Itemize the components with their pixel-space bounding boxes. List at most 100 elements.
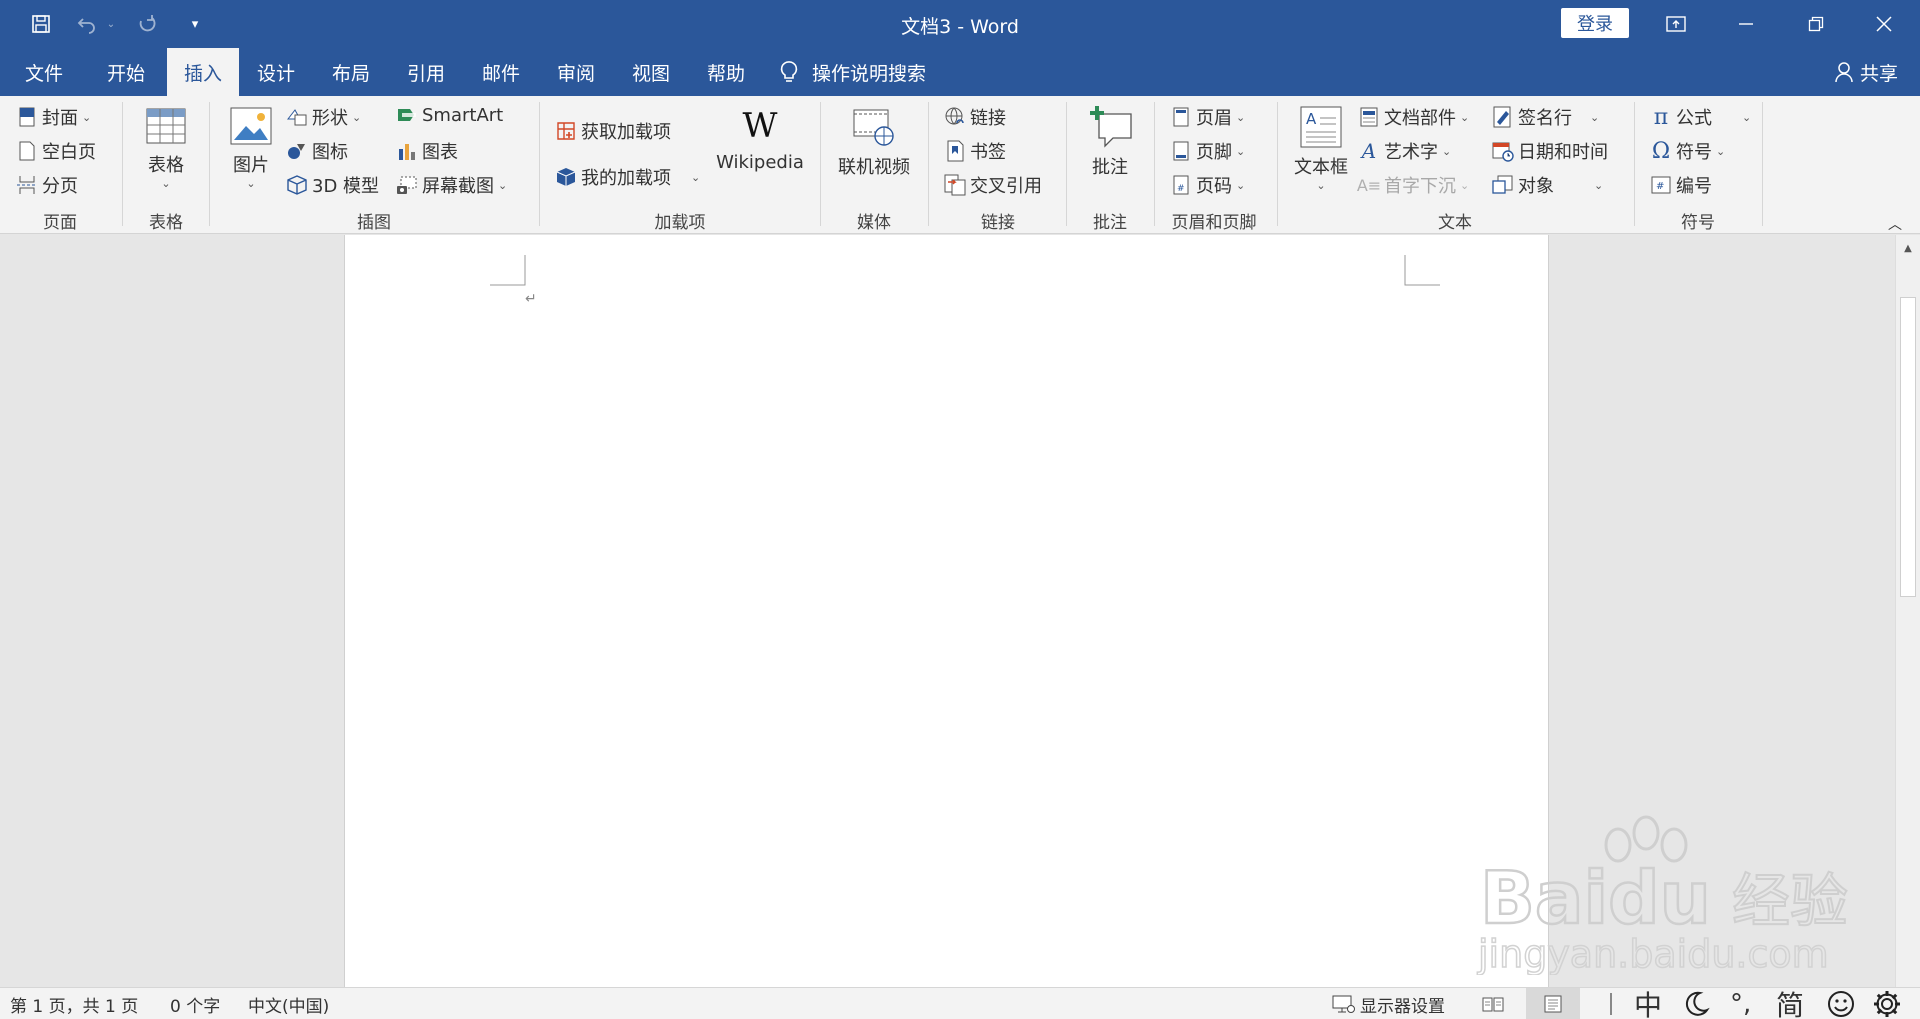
group-divider	[928, 102, 929, 226]
get-addins-button[interactable]: 获取加载项	[555, 118, 671, 144]
scroll-thumb[interactable]	[1900, 297, 1916, 597]
wikipedia-icon: W	[742, 106, 778, 146]
tab-references[interactable]: 引用	[394, 48, 458, 96]
online-video-icon	[852, 106, 896, 153]
page-break-label: 分页	[42, 176, 78, 197]
link-button[interactable]: 链接	[944, 104, 1006, 130]
undo-icon[interactable]	[72, 10, 102, 38]
tab-mailings[interactable]: 邮件	[469, 48, 533, 96]
number-button[interactable]: # 编号	[1650, 172, 1712, 198]
page-number-button[interactable]: # 页码 ⌄	[1170, 172, 1245, 198]
tell-me-search[interactable]: 操作说明搜索	[780, 48, 940, 96]
login-button[interactable]: 登录	[1561, 8, 1629, 38]
my-addins-button[interactable]: 我的加载项 ⌄	[555, 164, 700, 190]
3d-models-button[interactable]: 3D 模型	[286, 172, 379, 198]
vertical-scrollbar[interactable]: ▲	[1895, 235, 1920, 987]
group-label-pages: 页面	[43, 213, 77, 233]
group-divider	[1154, 102, 1155, 226]
chevron-down-icon: ⌄	[1236, 178, 1246, 192]
pictures-button[interactable]: 图片 ⌄	[226, 106, 276, 190]
footer-icon	[1170, 140, 1192, 162]
svg-text:#: #	[1656, 181, 1664, 192]
new-comment-button[interactable]: 批注	[1080, 104, 1140, 179]
table-button[interactable]: 表格 ⌄	[138, 106, 194, 190]
number-label: 编号	[1676, 176, 1712, 197]
restore-icon[interactable]	[1784, 0, 1848, 48]
group-label-addins: 加载项	[654, 213, 706, 233]
footer-button[interactable]: 页脚 ⌄	[1170, 138, 1245, 164]
page-count-status[interactable]: 第 1 页，共 1 页	[10, 988, 138, 1019]
redo-icon[interactable]	[132, 10, 162, 38]
wordart-button[interactable]: A 艺术字 ⌄	[1358, 138, 1451, 164]
document-page[interactable]: ↵	[344, 235, 1549, 987]
tab-insert[interactable]: 插入	[167, 48, 239, 96]
share-button[interactable]: 共享	[1816, 48, 1916, 96]
blank-page-button[interactable]: 空白页	[16, 138, 96, 164]
chart-button[interactable]: 图表	[396, 138, 458, 164]
close-icon[interactable]	[1852, 0, 1916, 48]
equation-button[interactable]: π 公式 ⌄	[1650, 104, 1751, 130]
wikipedia-button[interactable]: W Wikipedia	[712, 108, 808, 173]
quick-parts-button[interactable]: 文档部件 ⌄	[1358, 104, 1469, 130]
comment-icon	[1087, 104, 1133, 153]
icons-button[interactable]: 图标	[286, 138, 348, 164]
signature-line-button[interactable]: 签名行 ⌄	[1492, 104, 1599, 130]
chevron-down-icon: ⌄	[1716, 144, 1726, 158]
page-break-button[interactable]: 分页	[16, 172, 78, 198]
gear-icon[interactable]	[1872, 988, 1902, 1019]
cover-page-label: 封面	[42, 108, 78, 129]
chevron-down-icon: ⌄	[1594, 178, 1604, 192]
print-layout-icon[interactable]	[1526, 988, 1580, 1019]
smartart-button[interactable]: SmartArt	[396, 104, 503, 126]
ime-punctuation-indicator[interactable]: °,	[1730, 988, 1751, 1019]
undo-dropdown-icon[interactable]: ⌄	[104, 10, 118, 38]
collapse-ribbon-icon[interactable]: ︿	[1888, 214, 1902, 234]
minimize-icon[interactable]	[1714, 0, 1778, 48]
emoji-icon[interactable]	[1826, 988, 1856, 1019]
drop-cap-button[interactable]: A≡ 首字下沉 ⌄	[1357, 172, 1469, 198]
date-time-button[interactable]: 日期和时间	[1492, 138, 1608, 164]
ribbon-display-options-icon[interactable]	[1644, 0, 1708, 48]
blank-page-label: 空白页	[42, 142, 96, 163]
tab-file[interactable]: 文件	[12, 48, 76, 96]
language-status[interactable]: 中文(中国)	[248, 988, 329, 1019]
bookmark-button[interactable]: 书签	[944, 138, 1006, 164]
my-addins-icon	[555, 166, 577, 188]
display-settings-button[interactable]: 显示器设置	[1332, 988, 1445, 1019]
group-label-links: 链接	[981, 213, 1015, 233]
tab-help[interactable]: 帮助	[694, 48, 758, 96]
wordart-icon: A	[1361, 139, 1377, 163]
my-addins-label: 我的加载项	[581, 168, 671, 189]
get-addins-label: 获取加载项	[581, 122, 671, 143]
quick-parts-icon	[1358, 106, 1380, 128]
tab-review[interactable]: 审阅	[544, 48, 608, 96]
icons-icon	[286, 140, 308, 162]
cover-page-button[interactable]: 封面 ⌄	[16, 104, 91, 130]
tab-view[interactable]: 视图	[619, 48, 683, 96]
tab-layout[interactable]: 布局	[319, 48, 383, 96]
screenshot-button[interactable]: 屏幕截图 ⌄	[396, 172, 507, 198]
read-mode-icon[interactable]	[1482, 988, 1504, 1019]
title-bar: ⌄ ▾ 文档3 - Word 登录	[0, 0, 1920, 48]
moon-icon[interactable]	[1682, 988, 1710, 1019]
object-button[interactable]: 对象 ⌄	[1492, 172, 1603, 198]
customize-quick-access-icon[interactable]: ▾	[180, 10, 210, 38]
new-comment-label: 批注	[1092, 157, 1128, 178]
display-settings-label: 显示器设置	[1360, 996, 1445, 1017]
quick-parts-label: 文档部件	[1384, 108, 1456, 129]
online-video-button[interactable]: 联机视频	[834, 106, 914, 179]
ime-mode-indicator[interactable]: 中	[1634, 988, 1662, 1019]
chart-label: 图表	[422, 142, 458, 163]
footer-label: 页脚	[1196, 142, 1232, 163]
ime-script-indicator[interactable]: 简	[1776, 988, 1804, 1019]
scroll-up-icon[interactable]: ▲	[1899, 239, 1917, 257]
cross-reference-button[interactable]: 交叉引用	[944, 172, 1042, 198]
header-button[interactable]: 页眉 ⌄	[1170, 104, 1245, 130]
tab-home[interactable]: 开始	[94, 48, 158, 96]
word-count-status[interactable]: 0 个字	[170, 988, 220, 1019]
textbox-button[interactable]: A 文本框 ⌄	[1290, 106, 1352, 192]
shapes-button[interactable]: 形状 ⌄	[286, 104, 361, 130]
save-icon[interactable]	[26, 10, 56, 38]
symbol-button[interactable]: Ω 符号 ⌄	[1650, 138, 1725, 164]
tab-design[interactable]: 设计	[244, 48, 308, 96]
